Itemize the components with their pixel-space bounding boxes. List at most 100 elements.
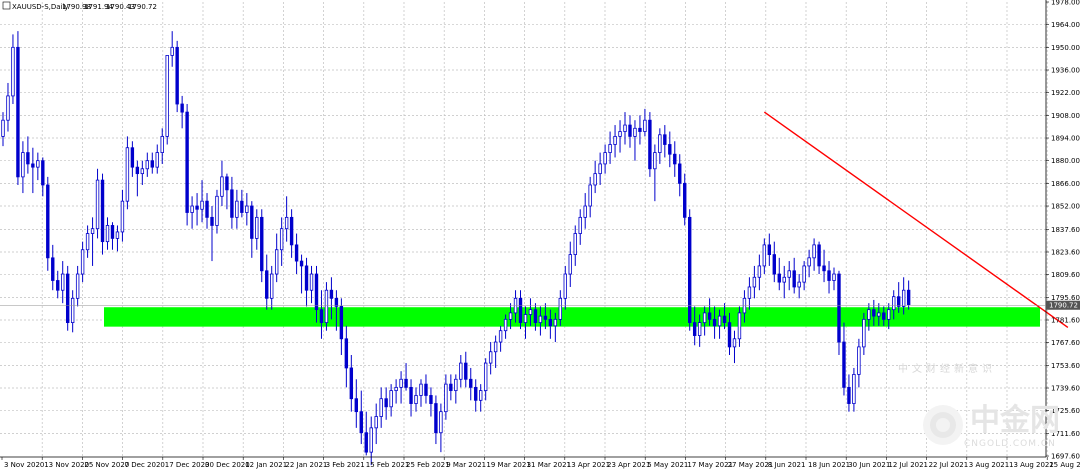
candle-body [339,306,344,340]
candle-body [135,166,140,175]
candle-body [483,362,488,392]
candle-body [528,309,533,315]
candle-body [747,286,752,299]
candle-body [11,46,15,97]
candle-body [503,318,508,332]
candle-body [220,176,224,197]
candle-body [245,205,249,213]
candle-body [85,233,90,251]
x-tick-label: 12 Jan 2021 [245,461,287,469]
candle-body [872,309,876,317]
y-tick-label: 1852.00 [1051,203,1080,211]
candle-body [31,163,35,168]
candle-body [75,273,80,299]
candle-body [240,200,244,213]
x-tick-label: 25 Feb 2021 [406,461,450,469]
y-tick-label: 1781.60 [1051,317,1080,325]
candle-body [513,297,518,314]
candle-body [727,322,732,348]
candle-body [419,383,423,396]
candle-body [498,330,503,343]
candle-body [429,395,433,404]
candle-body [518,297,523,324]
candle-body [752,276,757,288]
candle-body [901,289,906,307]
trendline-line [763,111,1069,329]
candle-body [56,280,60,291]
candle-body [608,144,612,153]
candle-body [787,270,791,278]
candle-body [344,338,349,369]
candle-body [474,386,478,401]
candle-body [573,233,577,255]
candle-body [125,147,130,202]
candle-body [304,265,309,291]
candle-body [543,315,548,320]
y-tick-label: 1809.60 [1051,271,1080,279]
candle-body [21,152,25,178]
candle-body [185,111,189,213]
candle-body [459,362,463,380]
candle-body [683,182,687,218]
candle-body [668,144,672,155]
candle-body [588,184,592,207]
x-tick-label: 3 Feb 2021 [326,461,365,469]
candle-body [847,386,851,404]
candle-body [603,152,607,165]
x-tick-label: 27 May 2021 [728,461,774,469]
candle-body [807,257,811,267]
candle-body [65,273,70,324]
candle-body [130,147,135,168]
candle-body [598,163,602,175]
y-tick-label: 1795.60 [1051,294,1080,302]
candle-body [46,184,50,259]
candle-body [822,265,826,272]
watermark-domain: CNGOLD.COM.CN [964,439,1056,449]
candle-body [673,153,677,165]
candle-body [857,346,861,375]
symbol-menu-icon[interactable] [2,1,11,10]
candle-body [434,403,438,434]
x-tick-label: 3 Nov 2020 [4,461,44,469]
x-tick-label: 31 Mar 2021 [527,461,571,469]
candle-body [722,315,727,324]
x-tick-label: 23 Apr 2021 [607,461,650,469]
candle-body [379,398,383,417]
candle-body [61,273,65,291]
candle-body [488,351,493,364]
x-tick-label: 13 Nov 2020 [44,461,89,469]
header-symbol: XAUUSD-S,Daily [12,3,69,11]
candle-body [349,367,354,400]
candle-body [633,127,637,137]
candle-body [399,378,403,388]
candle-body [583,205,587,218]
y-tick-label: 1739.60 [1051,385,1080,393]
x-tick-label: 30 Dec 2020 [205,461,250,469]
x-tick-label: 8 Jun 2021 [768,461,806,469]
trendline [763,111,1069,329]
candle-body [364,432,368,453]
watermark-brand: 中金网 [970,403,1060,438]
candle-body [150,160,154,168]
candle-body [255,216,259,239]
candle-body [265,270,269,299]
candle-body [648,119,652,170]
candle-body [538,315,543,324]
candle-body [374,416,378,429]
candle-body [692,322,697,336]
candle-body [215,195,219,226]
candle-body [623,124,627,132]
candle-body [842,341,846,388]
candle-body [782,276,786,283]
candles [1,31,911,466]
candle-body [145,160,150,170]
candle-body [613,135,617,145]
candle-body [439,411,443,434]
chart-header: XAUUSD-S,Daily 1790.98 1791.94 1790.43 1… [2,1,157,11]
candle-body [115,231,120,239]
candle-body [742,297,747,314]
candle-body [732,338,737,348]
y-tick-label: 1894.00 [1051,135,1080,143]
candle-body [140,168,145,175]
candle-body [618,131,622,137]
